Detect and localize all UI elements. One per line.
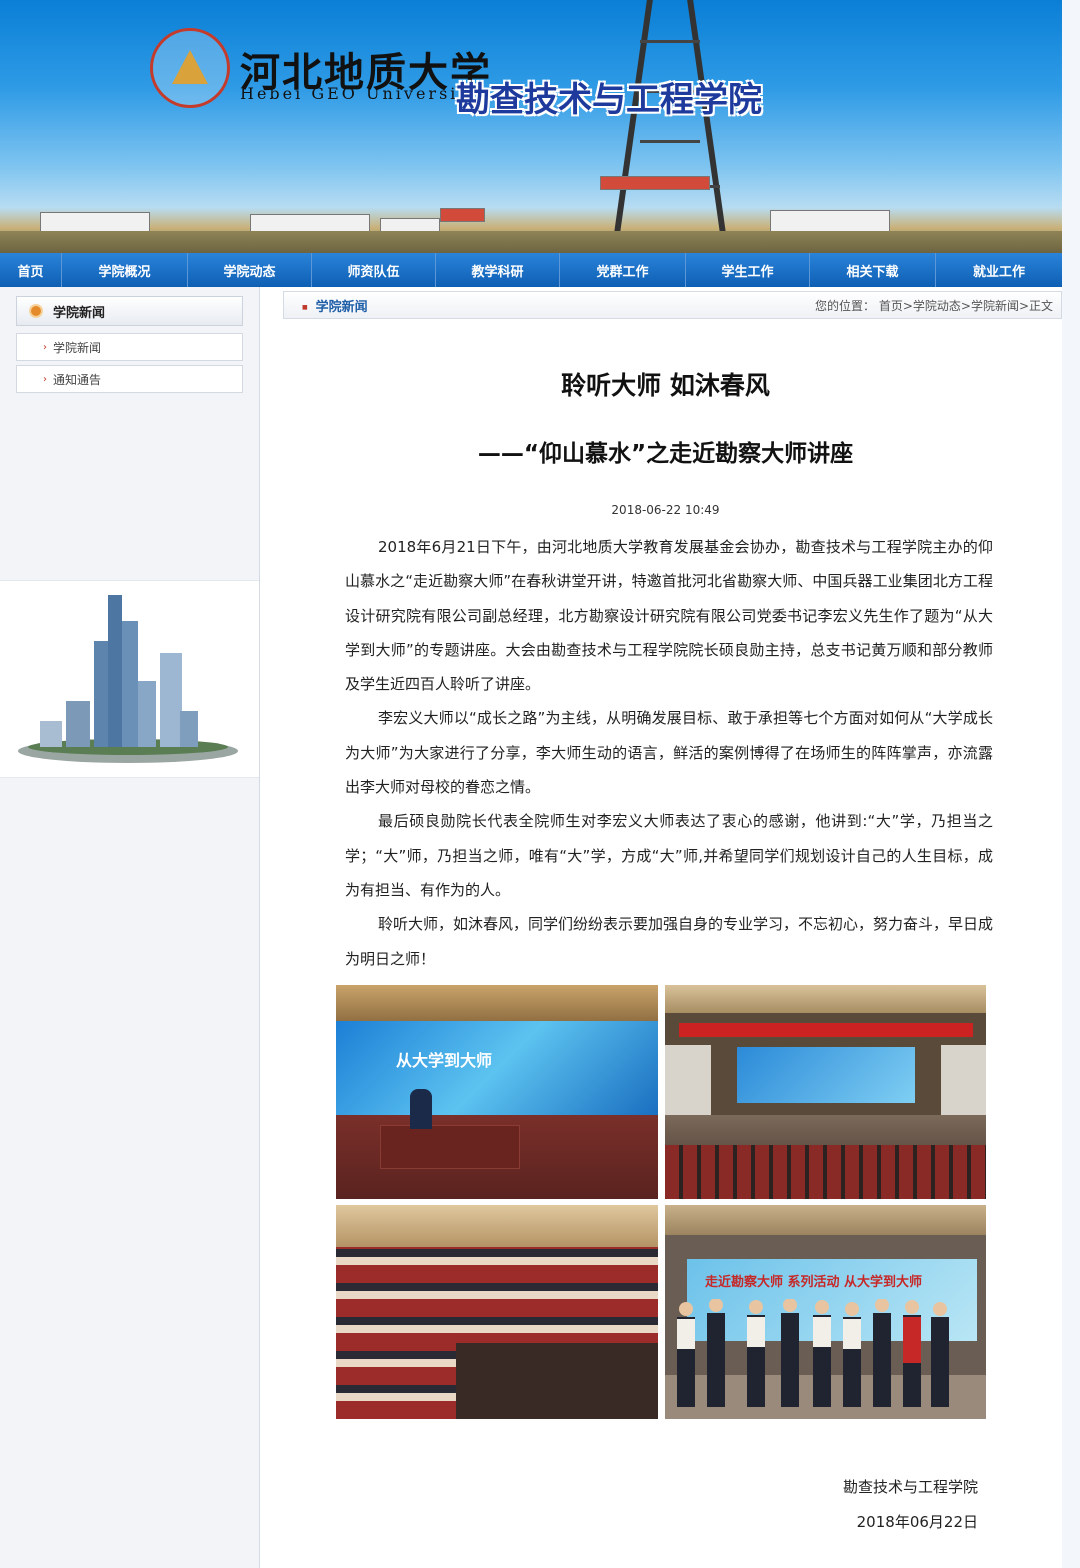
slide-title-text: 从大学到大师 bbox=[396, 1051, 493, 1070]
nav-item-faculty[interactable]: 师资队伍 bbox=[312, 253, 436, 287]
chevron-right-icon: › bbox=[43, 341, 47, 353]
article-subtitle: ——“仰山慕水”之走近勘察大师讲座 bbox=[477, 441, 854, 467]
photo-speaker[interactable]: 从大学到大师 bbox=[336, 985, 658, 1199]
main-nav: 首页 学院概况 学院动态 师资队伍 教学科研 党群工作 学生工作 相关下载 就业… bbox=[0, 253, 1062, 287]
article-paragraph: 最后硕良勋院长代表全院师生对李宏义大师表达了衷心的感谢，他讲到:“大”学，乃担当… bbox=[345, 812, 993, 899]
article-paragraph: 2018年6月21日下午，由河北地质大学教育发展基金会协办，勘查技术与工程学院主… bbox=[345, 538, 993, 694]
page-edge-strip bbox=[1062, 0, 1080, 1568]
sidebar-heading-label: 学院新闻 bbox=[53, 305, 106, 321]
article-signature-org: 勘查技术与工程学院 bbox=[842, 1478, 978, 1496]
banner-slogan-text: 走近勘察大师 系列活动 从大学到大师 bbox=[705, 1275, 923, 1290]
nav-item-overview[interactable]: 学院概况 bbox=[62, 253, 188, 287]
article-signature-date: 2018年06月22日 bbox=[856, 1513, 978, 1531]
breadcrumb: 学院新闻 您的位置： 首页>学院动态>学院新闻>正文 bbox=[283, 291, 1062, 319]
sidebar-item-college-news[interactable]: › 学院新闻 bbox=[16, 333, 243, 361]
sidebar-item-notices[interactable]: › 通知通告 bbox=[16, 365, 243, 393]
sidebar-item-label: 通知通告 bbox=[53, 372, 102, 387]
university-name-en: Hebei GEO University bbox=[240, 84, 480, 103]
breadcrumb-path[interactable]: 您的位置： 首页>学院动态>学院新闻>正文 bbox=[815, 297, 1053, 314]
nav-item-employment[interactable]: 就业工作 bbox=[936, 253, 1062, 287]
photo-collage: 从大学到大师 走近勘察大师 系列活动 从大学到大师 bbox=[336, 985, 986, 1419]
article-date: 2018-06-22 10:49 bbox=[611, 503, 720, 517]
section-label[interactable]: 学院新闻 bbox=[302, 296, 368, 315]
sidebar-item-label: 学院新闻 bbox=[53, 340, 102, 355]
chevron-right-icon: › bbox=[43, 373, 47, 385]
bullet-icon bbox=[29, 304, 43, 318]
article-title: 聆听大师 如沐春风 bbox=[561, 371, 770, 400]
nav-item-downloads[interactable]: 相关下载 bbox=[810, 253, 936, 287]
college-name: 勘查技术与工程学院 bbox=[456, 80, 762, 120]
sidebar-heading: 学院新闻 bbox=[16, 296, 243, 326]
photo-audience[interactable] bbox=[336, 1205, 658, 1419]
site-banner: 河北地质大学 Hebei GEO University 勘查技术与工程学院 bbox=[0, 0, 1062, 253]
university-logo[interactable] bbox=[150, 28, 240, 108]
article-body: 2018年6月21日下午，由河北地质大学教育发展基金会协办，勘查技术与工程学院主… bbox=[345, 530, 993, 976]
photo-group[interactable]: 走近勘察大师 系列活动 从大学到大师 bbox=[665, 1205, 986, 1419]
nav-item-news[interactable]: 学院动态 bbox=[188, 253, 312, 287]
nav-item-students[interactable]: 学生工作 bbox=[686, 253, 810, 287]
city-skyline-image bbox=[0, 580, 259, 778]
article-paragraph: 李宏义大师以“成长之路”为主线，从明确发展目标、敢于承担等七个方面对如何从“大学… bbox=[345, 709, 993, 797]
nav-item-party[interactable]: 党群工作 bbox=[560, 253, 686, 287]
photo-lecture-hall[interactable] bbox=[665, 985, 986, 1199]
article-paragraph: 聆听大师，如沐春风，同学们纷纷表示要加强自身的专业学习，不忘初心，努力奋斗，早日… bbox=[345, 915, 994, 968]
nav-item-home[interactable]: 首页 bbox=[0, 253, 62, 287]
sidebar: 学院新闻 › 学院新闻 › 通知通告 bbox=[0, 287, 260, 1568]
nav-item-research[interactable]: 教学科研 bbox=[436, 253, 560, 287]
